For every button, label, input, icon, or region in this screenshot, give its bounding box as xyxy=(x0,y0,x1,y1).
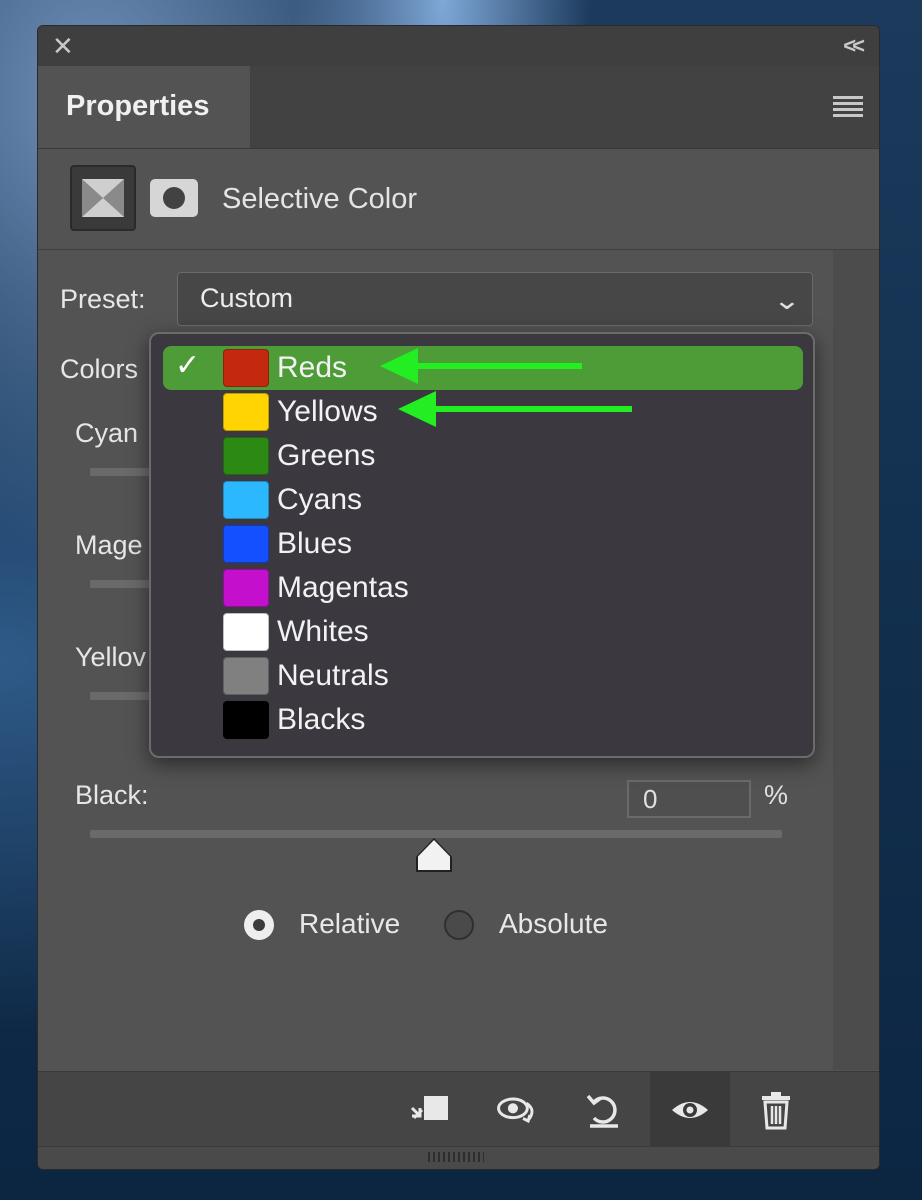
color-option-label: Magentas xyxy=(277,571,409,604)
annotation-arrow-yellows xyxy=(398,391,632,427)
color-option-label: Yellows xyxy=(277,395,378,428)
absolute-radio[interactable] xyxy=(444,910,474,940)
neutrals-swatch xyxy=(223,657,269,695)
yellows-swatch xyxy=(223,393,269,431)
adjustment-layer-icon[interactable] xyxy=(70,165,136,231)
magenta-label: Mage xyxy=(75,530,143,560)
relative-label[interactable]: Relative xyxy=(299,908,400,940)
color-option-label: Blacks xyxy=(277,703,366,736)
blues-swatch xyxy=(223,525,269,563)
whites-swatch xyxy=(223,613,269,651)
cyan-label: Cyan xyxy=(75,418,139,448)
absolute-label[interactable]: Absolute xyxy=(499,908,608,940)
preset-value: Custom xyxy=(200,283,294,313)
scrollbar[interactable] xyxy=(833,250,879,1070)
color-option-label: Neutrals xyxy=(277,659,389,692)
panel-titlebar: ✕ << xyxy=(38,26,879,66)
reds-swatch xyxy=(223,349,269,387)
greens-swatch xyxy=(223,437,269,475)
checkmark-icon: ✓ xyxy=(175,349,201,382)
black-value-field[interactable]: 0 xyxy=(627,780,751,818)
tab-properties[interactable]: Properties xyxy=(38,66,250,148)
colors-label: Colors xyxy=(60,354,139,384)
close-icon[interactable]: ✕ xyxy=(52,33,74,59)
clip-to-layer-icon[interactable] xyxy=(408,1088,452,1132)
panel-menu-icon[interactable] xyxy=(833,96,863,118)
cyans-swatch xyxy=(223,481,269,519)
resize-grip-icon[interactable] xyxy=(428,1152,484,1162)
adjustment-header: Selective Color xyxy=(38,149,879,250)
black-slider-thumb[interactable] xyxy=(418,840,450,870)
percent-sign: % xyxy=(764,780,789,810)
reset-icon[interactable] xyxy=(582,1088,626,1132)
color-option-label: Whites xyxy=(277,615,369,648)
color-option-whites[interactable]: Whites xyxy=(163,610,803,654)
tab-row: Properties xyxy=(38,66,879,149)
color-option-label: Blues xyxy=(277,527,353,560)
trash-icon[interactable] xyxy=(754,1088,798,1132)
color-option-label: Greens xyxy=(277,439,376,472)
preset-label: Preset: xyxy=(60,284,146,314)
color-option-label: Cyans xyxy=(277,483,363,516)
preset-select[interactable]: Custom ⌄ xyxy=(177,272,813,326)
view-previous-state-icon[interactable] xyxy=(496,1088,540,1132)
yellow-label: Yellov xyxy=(75,642,147,672)
color-option-greens[interactable]: Greens xyxy=(163,434,803,478)
relative-radio[interactable] xyxy=(244,910,274,940)
resize-bar[interactable] xyxy=(38,1146,879,1169)
color-option-blues[interactable]: Blues xyxy=(163,522,803,566)
magentas-swatch xyxy=(223,569,269,607)
mask-icon[interactable] xyxy=(150,179,198,217)
adjustment-title: Selective Color xyxy=(222,183,418,215)
color-option-label: Reds xyxy=(277,351,348,384)
color-option-blacks[interactable]: Blacks xyxy=(163,698,803,742)
bottom-toolbar xyxy=(38,1071,879,1148)
black-slider[interactable] xyxy=(90,830,782,838)
collapse-icon[interactable]: << xyxy=(843,33,865,59)
blacks-swatch xyxy=(223,701,269,739)
color-option-cyans[interactable]: Cyans xyxy=(163,478,803,522)
chevron-down-icon: ⌄ xyxy=(772,285,802,315)
visibility-eye-icon[interactable] xyxy=(668,1088,712,1132)
color-option-neutrals[interactable]: Neutrals xyxy=(163,654,803,698)
black-label: Black: xyxy=(75,780,149,810)
color-option-magentas[interactable]: Magentas xyxy=(163,566,803,610)
annotation-arrow-reds xyxy=(380,348,582,384)
